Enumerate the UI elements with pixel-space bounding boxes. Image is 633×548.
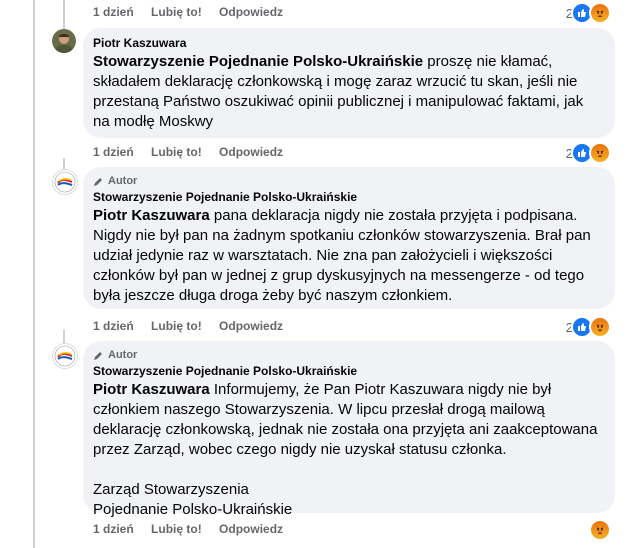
comment-actions: 1 dzień Lubię to! Odpowiedz — [93, 145, 297, 159]
author-badge-label: Autor — [108, 175, 138, 187]
comment-text: Piotr Kaszuwara Informujemy, że Pan Piot… — [93, 380, 603, 460]
comment-bubble: Autor Stowarzyszenie Pojednanie Polsko-U… — [83, 167, 615, 309]
reactions-summary[interactable]: 2 — [566, 2, 611, 24]
timestamp-link[interactable]: 1 dzień — [93, 145, 134, 159]
comment-author[interactable]: Stowarzyszenie Pojednanie Polsko-Ukraińs… — [93, 364, 603, 378]
reply-button[interactable]: Odpowiedz — [219, 319, 283, 333]
mention-link[interactable]: Stowarzyszenie Pojednanie Polsko-Ukraińs… — [93, 53, 423, 70]
reactions-summary[interactable] — [589, 519, 611, 541]
reply-connector — [63, 0, 65, 30]
timestamp-link[interactable]: 1 dzień — [93, 5, 134, 19]
comment-actions: 1 dzień Lubię to! Odpowiedz — [93, 319, 297, 333]
comment-text: Stowarzyszenie Pojednanie Polsko-Ukraińs… — [93, 52, 603, 132]
timestamp-link[interactable]: 1 dzień — [93, 522, 134, 536]
signature-line: Pojednanie Polsko-Ukraińskie — [93, 501, 293, 518]
angry-reaction-icon — [589, 316, 611, 338]
reactions-summary[interactable]: 2 — [566, 142, 611, 164]
mention-link[interactable]: Piotr Kaszuwara — [93, 381, 210, 398]
signature-line: Zarząd Stowarzyszenia — [93, 481, 249, 498]
reply-button[interactable]: Odpowiedz — [219, 522, 283, 536]
angry-reaction-icon — [589, 519, 611, 541]
reply-button[interactable]: Odpowiedz — [219, 145, 283, 159]
angry-reaction-icon — [589, 2, 611, 24]
reactions-summary[interactable]: 2 — [566, 316, 611, 338]
like-button[interactable]: Lubię to! — [151, 522, 202, 536]
timestamp-link[interactable]: 1 dzień — [93, 319, 134, 333]
like-button[interactable]: Lubię to! — [151, 145, 202, 159]
reply-button[interactable]: Odpowiedz — [219, 5, 283, 19]
organization-logo-avatar[interactable] — [52, 343, 78, 369]
comment-bubble: Piotr Kaszuwara Stowarzyszenie Pojednani… — [83, 28, 615, 138]
like-button[interactable]: Lubię to! — [151, 5, 202, 19]
avatar[interactable] — [52, 29, 76, 53]
angry-reaction-icon — [589, 142, 611, 164]
author-badge-label: Autor — [108, 349, 138, 361]
comment-author[interactable]: Stowarzyszenie Pojednanie Polsko-Ukraińs… — [93, 190, 603, 204]
thread-line — [33, 0, 35, 548]
pencil-icon — [93, 176, 104, 187]
mention-link[interactable]: Piotr Kaszuwara — [93, 207, 210, 224]
organization-logo-avatar[interactable] — [52, 169, 78, 195]
comment-bubble: Autor Stowarzyszenie Pojednanie Polsko-U… — [83, 341, 615, 518]
like-button[interactable]: Lubię to! — [151, 319, 202, 333]
pencil-icon — [93, 350, 104, 361]
comment-author[interactable]: Piotr Kaszuwara — [93, 36, 603, 50]
comment-text: Piotr Kaszuwara pana deklaracja nigdy ni… — [93, 206, 603, 306]
comment-actions: 1 dzień Lubię to! Odpowiedz — [93, 522, 297, 536]
comment-actions: 1 dzień Lubię to! Odpowiedz — [93, 5, 297, 19]
author-badge: Autor — [93, 175, 603, 187]
author-badge: Autor — [93, 349, 603, 361]
